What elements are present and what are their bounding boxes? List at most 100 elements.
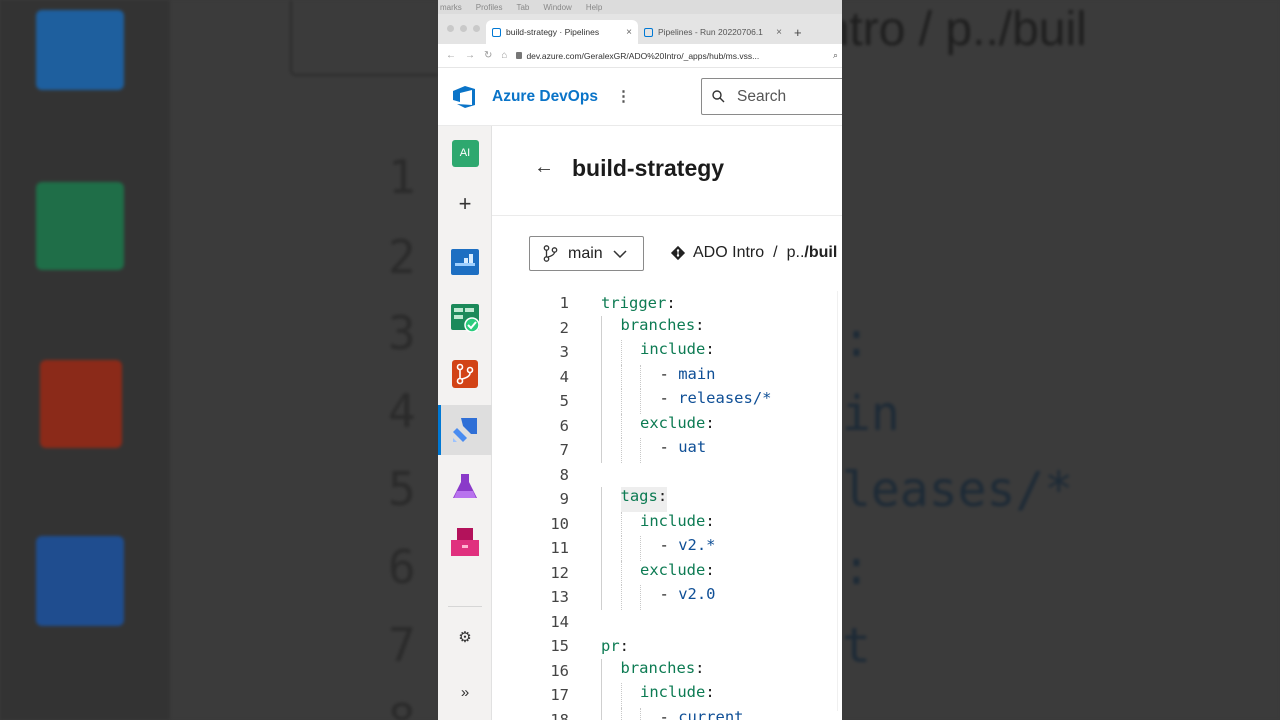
artifacts-icon (451, 528, 479, 556)
code-line[interactable]: 18 - current (492, 707, 842, 720)
code-line[interactable]: 16 branches: (492, 658, 842, 683)
line-number: 12 (550, 563, 569, 582)
line-number: 1 (559, 294, 569, 313)
code-line[interactable]: 11 - v2.* (492, 536, 842, 561)
yaml-colon: : (705, 413, 715, 432)
breadcrumb-path-prefix: p.. (786, 244, 805, 261)
yaml-key: branches (620, 315, 696, 334)
branch-picker[interactable]: main (529, 236, 644, 271)
new-project-button[interactable]: + (438, 179, 492, 229)
yaml-value: v2.0 (678, 585, 716, 603)
token-group: - main (660, 365, 716, 390)
code-line[interactable]: 5 - releases/* (492, 389, 842, 414)
minimize-window-button[interactable] (460, 25, 467, 32)
yaml-editor[interactable]: 1 trigger: 2 branches: 3 include: 4 - main 5 - re… (492, 291, 842, 720)
code-line[interactable]: 3 include: (492, 340, 842, 365)
indent-guide (601, 487, 621, 512)
close-tab-icon[interactable]: × (776, 27, 782, 38)
browser-tab[interactable]: Pipelines - Run 20220706.1 × (638, 20, 788, 44)
menu-item[interactable]: Help (586, 3, 602, 12)
indent-guide (601, 511, 621, 536)
menu-item[interactable]: Tab (516, 3, 529, 12)
code-line[interactable]: 10 include: (492, 511, 842, 537)
browser-tab-active[interactable]: build-strategy · Pipelines × (486, 20, 638, 44)
code-line[interactable]: 17 include: (492, 683, 842, 708)
code-text: include: (601, 340, 715, 365)
back-nav-icon[interactable]: ← (446, 50, 456, 61)
indent-guide (601, 658, 621, 683)
code-line[interactable]: 4 - main (492, 364, 842, 390)
yaml-value: main (678, 364, 716, 383)
backdrop-repos-icon (40, 360, 122, 448)
yaml-colon: : (695, 315, 705, 334)
token-group: pr: (601, 637, 629, 655)
code-line[interactable]: 6 exclude: (492, 413, 842, 438)
more-options-icon[interactable]: ⋮ (616, 89, 631, 104)
yaml-value: uat (678, 438, 707, 456)
nav-overview[interactable] (438, 237, 492, 287)
menu-item[interactable]: Window (543, 3, 571, 12)
backdrop-right: ADO Intro / p../buil : in leases/* : t (842, 0, 1280, 720)
address-bar[interactable]: dev.azure.com/GeralexGR/ADO%20Intro/_app… (516, 51, 759, 61)
line-number: 7 (559, 441, 569, 460)
token-group: include: (640, 512, 715, 537)
reload-icon[interactable]: ↻ (484, 50, 492, 61)
code-text: branches: (601, 315, 705, 340)
gear-icon: ⚙ (458, 629, 472, 646)
yaml-dash: - (659, 585, 669, 603)
brand-name[interactable]: Azure DevOps (492, 88, 598, 106)
nav-boards[interactable] (438, 293, 492, 343)
azure-devops-logo-icon[interactable] (451, 84, 477, 110)
backdrop-line-number: 1 (388, 150, 416, 204)
breadcrumb-project[interactable]: ADO Intro (693, 244, 764, 262)
org-avatar-button[interactable]: AI (438, 128, 492, 178)
indent-guide (601, 560, 621, 585)
maximize-window-button[interactable] (473, 25, 480, 32)
code-line[interactable]: 12 exclude: (492, 560, 842, 585)
forward-nav-icon[interactable]: → (465, 50, 475, 61)
expand-rail-button[interactable]: » (438, 667, 492, 717)
indent-guide (640, 585, 660, 610)
page-title: build-strategy (572, 155, 725, 181)
yaml-colon: : (657, 487, 668, 505)
zoom-icon[interactable]: ⌕ (833, 50, 838, 61)
nav-test-plans[interactable] (438, 461, 492, 511)
branch-icon (543, 245, 558, 262)
backdrop-overview-icon (36, 10, 124, 90)
code-text: exclude: (601, 413, 715, 438)
search-box[interactable]: Search (701, 78, 842, 115)
code-line[interactable]: 1 trigger: (492, 291, 842, 316)
yaml-key: trigger (601, 294, 667, 313)
url-text: dev.azure.com/GeralexGR/ADO%20Intro/_app… (526, 50, 760, 61)
yaml-key: include (640, 511, 706, 530)
breadcrumb-path[interactable]: p../buil (787, 244, 838, 262)
nav-pipelines[interactable] (438, 405, 492, 455)
close-tab-icon[interactable]: × (626, 27, 632, 38)
code-line[interactable]: 2 branches: (492, 315, 842, 340)
token-group: - v2.* (660, 536, 716, 561)
home-icon[interactable]: ⌂ (501, 50, 507, 61)
code-line[interactable]: 9 tags: (492, 487, 842, 512)
nav-artifacts[interactable] (438, 517, 492, 567)
yaml-key: exclude (640, 413, 706, 432)
new-tab-button[interactable]: + (788, 25, 802, 44)
code-line[interactable]: 7 - uat (492, 438, 842, 463)
token-group: include: (640, 340, 715, 365)
token-group: - v2.0 (660, 585, 716, 610)
nav-repos[interactable] (438, 349, 492, 399)
close-window-button[interactable] (447, 25, 454, 32)
yaml-key: branches (620, 658, 696, 677)
menu-item[interactable]: Profiles (476, 3, 503, 12)
code-line[interactable]: 14 (492, 610, 842, 635)
back-arrow-icon[interactable]: ← (534, 156, 554, 179)
project-settings-button[interactable]: ⚙ (438, 612, 492, 662)
code-line[interactable]: 15 pr: (492, 634, 842, 659)
tab-strip: build-strategy · Pipelines × Pipelines -… (438, 14, 842, 44)
line-number: 6 (559, 416, 569, 435)
code-line[interactable]: 8 (492, 463, 842, 488)
code-line[interactable]: 13 - v2.0 (492, 585, 842, 610)
menu-item[interactable]: marks (440, 3, 462, 12)
indent-guide (620, 364, 641, 389)
browser-toolbar: ← → ↻ ⌂ dev.azure.com/GeralexGR/ADO%20In… (438, 44, 842, 68)
git-repo-icon (670, 245, 686, 261)
